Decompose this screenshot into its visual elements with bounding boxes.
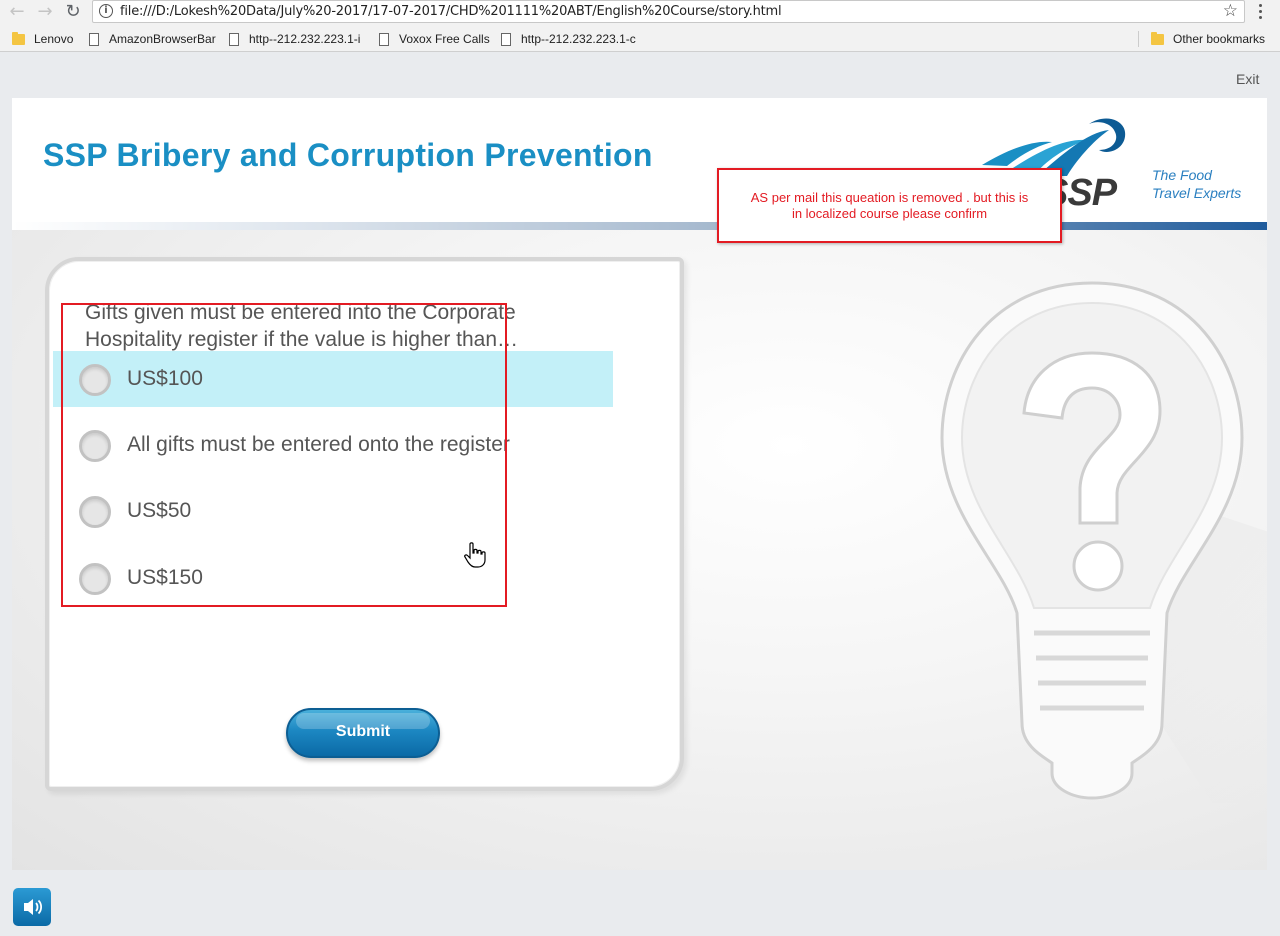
- course-title: SSP Bribery and Corruption Prevention: [43, 137, 653, 173]
- bookmark-label: Voxox Free Calls: [399, 32, 490, 46]
- annotation-line-2: in localized course please confirm: [791, 206, 988, 221]
- submit-button[interactable]: Submit: [286, 708, 440, 758]
- exit-button[interactable]: Exit: [1236, 71, 1259, 87]
- page-icon: [501, 32, 511, 46]
- browser-toolbar: ← → ↻ i file:///D:/Lokesh%20Data/July%20…: [0, 0, 1280, 26]
- info-icon[interactable]: i: [99, 4, 113, 18]
- annotation-line-1: AS per mail this queation is removed . b…: [750, 190, 1029, 205]
- bookmarks-bar: Lenovo AmazonBrowserBar http--212.232.22…: [0, 26, 1280, 52]
- slide-header: SSP Bribery and Corruption Prevention SS…: [12, 98, 1267, 228]
- folder-icon: [12, 31, 25, 45]
- lightbulb-question-icon: [940, 281, 1267, 803]
- bookmark-star-icon[interactable]: ☆: [1223, 1, 1238, 21]
- folder-icon: [1151, 31, 1164, 45]
- bookmark-http-1[interactable]: http--212.232.223.1-i: [229, 31, 360, 47]
- url-text[interactable]: file:///D:/Lokesh%20Data/July%20-2017/17…: [120, 4, 782, 19]
- tagline-line-1: The Food: [1152, 167, 1212, 183]
- other-bookmarks-label: Other bookmarks: [1173, 32, 1266, 46]
- reload-icon[interactable]: ↻: [62, 2, 84, 22]
- bookmark-label: http--212.232.223.1-i: [249, 32, 361, 46]
- back-arrow-icon[interactable]: ←: [6, 2, 28, 22]
- bookmark-http-2[interactable]: http--212.232.223.1-c: [501, 31, 636, 47]
- speaker-icon: [24, 899, 43, 915]
- browser-menu-icon[interactable]: [1257, 2, 1263, 20]
- bookmark-voxox[interactable]: Voxox Free Calls: [379, 31, 490, 47]
- page-icon: [379, 32, 389, 46]
- bookmark-separator: [1138, 31, 1139, 47]
- bookmark-label: http--212.232.223.1-c: [521, 32, 636, 46]
- header-stripe: [12, 222, 1267, 230]
- audio-toggle-button[interactable]: [13, 888, 51, 926]
- tagline-line-2: Travel Experts: [1152, 185, 1242, 201]
- bookmark-amazonbrowserbar[interactable]: AmazonBrowserBar: [89, 31, 216, 47]
- bookmark-label: AmazonBrowserBar: [109, 32, 216, 46]
- annotation-highlight-box: [61, 303, 507, 607]
- annotation-text: AS per mail this queation is removed . b…: [727, 190, 1052, 222]
- logo-tagline: The Food Travel Experts: [1152, 166, 1241, 202]
- page-icon: [89, 32, 99, 46]
- submit-label: Submit: [335, 723, 391, 740]
- forward-arrow-icon[interactable]: →: [34, 2, 56, 22]
- other-bookmarks[interactable]: Other bookmarks: [1151, 31, 1265, 47]
- bookmark-label: Lenovo: [34, 32, 74, 46]
- page-icon: [229, 32, 239, 46]
- address-bar[interactable]: i file:///D:/Lokesh%20Data/July%20-2017/…: [92, 0, 1245, 23]
- bookmark-lenovo[interactable]: Lenovo: [12, 31, 73, 47]
- annotation-comment-box: AS per mail this queation is removed . b…: [717, 168, 1062, 243]
